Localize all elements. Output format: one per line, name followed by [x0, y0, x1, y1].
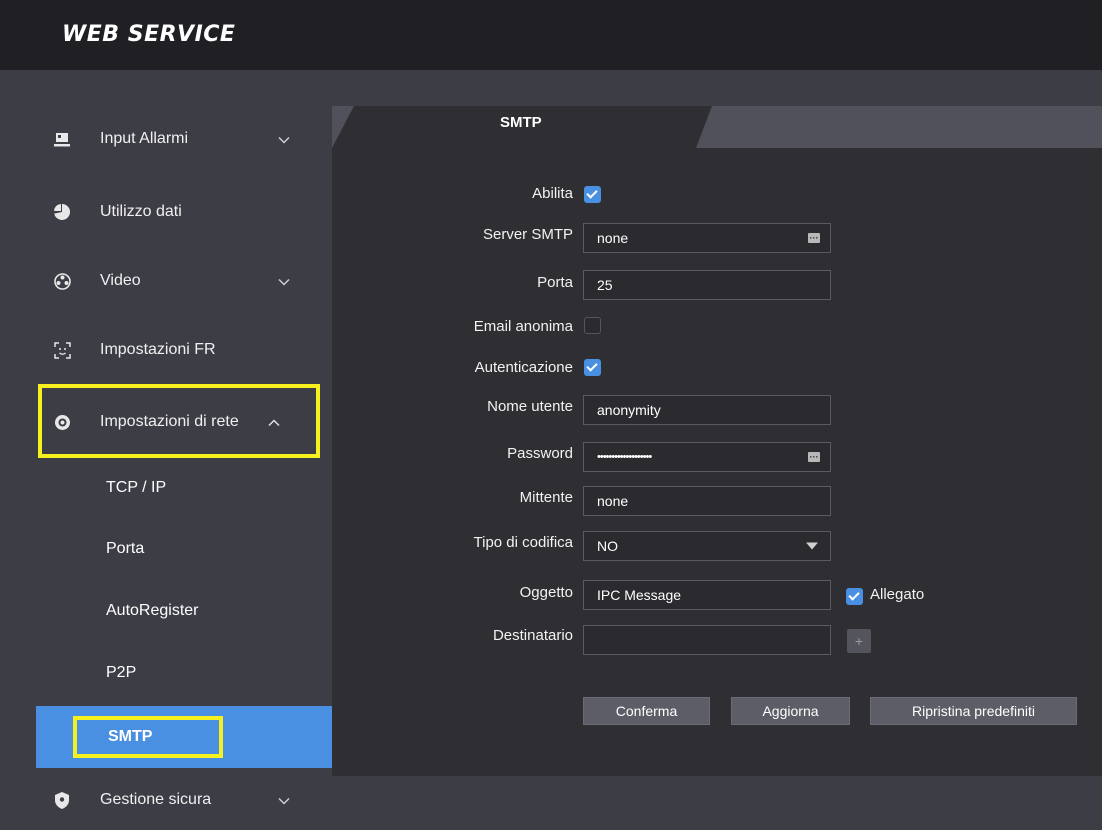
sidebar-item-impostazioni-di-rete[interactable]: Impostazioni di rete — [40, 392, 332, 452]
tab-smtp-label: SMTP — [500, 114, 542, 131]
attachment-label: Allegato — [870, 586, 925, 603]
smtp-server-input[interactable]: none ··· — [583, 223, 831, 253]
sidebar-subitem-p2p[interactable]: P2P — [40, 643, 332, 703]
sidebar-item-utilizzo-dati[interactable]: Utilizzo dati — [40, 182, 332, 242]
sidebar-item-label: Utilizzo dati — [100, 203, 182, 220]
smtp-settings-panel: Abilita Server SMTP none ··· Porta 25 Em… — [332, 148, 1102, 776]
sidebar-item-label: Impostazioni FR — [100, 341, 216, 358]
chevron-down-icon — [278, 273, 290, 289]
authentication-label: Autenticazione — [474, 359, 573, 376]
attachment-checkbox[interactable] — [846, 588, 863, 605]
more-options-icon[interactable]: ··· — [808, 452, 820, 462]
sidebar-subitem-label: AutoRegister — [106, 602, 199, 619]
chevron-down-icon — [278, 131, 290, 147]
username-value: anonymity — [597, 402, 661, 418]
face-scan-icon — [53, 341, 71, 359]
anonymous-email-label: Email anonima — [473, 318, 573, 335]
sidebar-subitem-label: Porta — [106, 540, 145, 557]
sidebar-subitem-smtp[interactable]: SMTP — [36, 706, 332, 768]
subject-input[interactable]: IPC Message — [583, 580, 831, 610]
tab-strip: SMTP — [332, 106, 1102, 148]
sidebar-item-impostazioni-fr[interactable]: Impostazioni FR — [40, 320, 332, 380]
password-value: ••••••••••••••••••• — [597, 451, 652, 463]
sidebar-item-label: Impostazioni di rete — [100, 413, 239, 430]
more-options-icon[interactable]: ··· — [808, 233, 820, 243]
sidebar-item-label: Video — [100, 272, 141, 289]
sidebar-item-gestione-sicura[interactable]: Gestione sicura — [40, 770, 332, 830]
smtp-server-label: Server SMTP — [482, 226, 573, 243]
smtp-server-value: none — [597, 230, 629, 246]
add-recipient-button[interactable]: + — [847, 629, 871, 653]
enable-label: Abilita — [532, 185, 573, 202]
sidebar-item-label: Gestione sicura — [100, 791, 212, 808]
brand-title: WEB SERVICE — [62, 22, 236, 47]
username-label: Nome utente — [487, 398, 573, 415]
recipient-label: Destinatario — [492, 627, 573, 644]
confirm-button[interactable]: Conferma — [583, 697, 710, 725]
chevron-down-icon — [278, 792, 290, 808]
sidebar-item-label: Input Allarmi — [100, 130, 189, 147]
recipient-input[interactable] — [583, 625, 831, 655]
port-label: Porta — [537, 274, 573, 291]
sender-label: Mittente — [519, 489, 573, 506]
sidebar: Input Allarmi Utilizzo dati Video Impost… — [0, 70, 332, 809]
alarm-input-icon — [53, 130, 71, 148]
anonymous-email-checkbox[interactable] — [584, 317, 601, 334]
password-input[interactable]: ••••••••••••••••••• ··· — [583, 442, 831, 472]
sidebar-subitem-porta[interactable]: Porta — [40, 519, 332, 579]
sidebar-subitem-label: TCP / IP — [106, 479, 167, 496]
subject-value: IPC Message — [597, 587, 682, 603]
port-input[interactable]: 25 — [583, 270, 831, 300]
port-value: 25 — [597, 277, 613, 293]
shield-icon — [53, 791, 71, 809]
dropdown-caret-icon — [806, 542, 818, 550]
sidebar-subitem-label: SMTP — [108, 728, 153, 745]
chevron-up-icon — [268, 414, 280, 430]
sidebar-subitem-autoregister[interactable]: AutoRegister — [40, 581, 332, 641]
sender-input[interactable]: none — [583, 486, 831, 516]
sidebar-subitem-label: P2P — [106, 664, 137, 681]
network-globe-icon — [53, 413, 71, 431]
encoding-type-value: NO — [597, 538, 618, 554]
sidebar-subitem-tcp-ip[interactable]: TCP / IP — [40, 458, 332, 518]
username-input[interactable]: anonymity — [583, 395, 831, 425]
encoding-type-label: Tipo di codifica — [473, 534, 574, 551]
sender-value: none — [597, 493, 629, 509]
enable-checkbox[interactable] — [584, 186, 601, 203]
video-reel-icon — [53, 272, 71, 290]
top-bar: WEB SERVICE — [0, 0, 1102, 70]
subject-label: Oggetto — [519, 584, 573, 601]
sidebar-item-input-allarmi[interactable]: Input Allarmi — [40, 109, 332, 169]
encoding-type-select[interactable]: NO — [583, 531, 831, 561]
refresh-button[interactable]: Aggiorna — [731, 697, 850, 725]
authentication-checkbox[interactable] — [584, 359, 601, 376]
password-label: Password — [507, 445, 573, 462]
restore-defaults-button[interactable]: Ripristina predefiniti — [870, 697, 1077, 725]
main-content: SMTP Abilita Server SMTP none ··· Porta … — [332, 106, 1102, 776]
sidebar-item-video[interactable]: Video — [40, 251, 332, 311]
pie-chart-icon — [53, 203, 71, 221]
